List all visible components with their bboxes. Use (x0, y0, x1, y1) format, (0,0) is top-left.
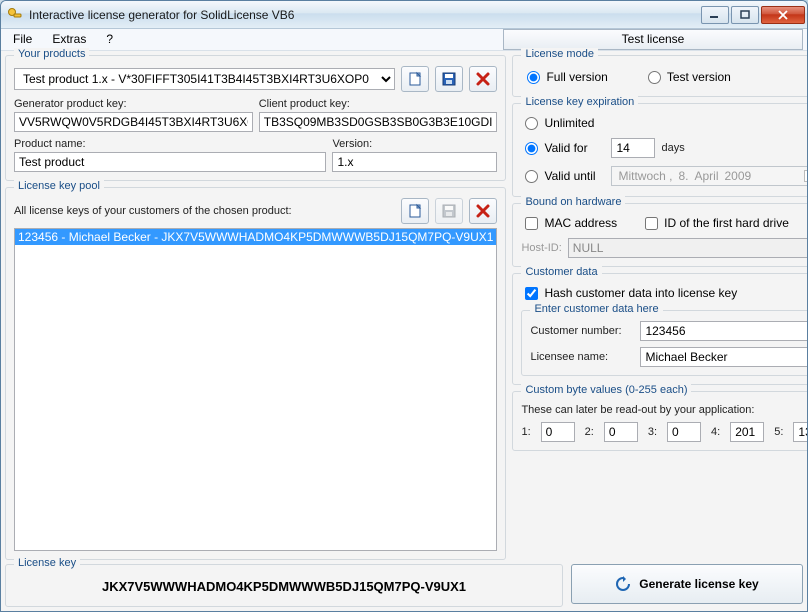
new-key-button[interactable] (401, 198, 429, 224)
menu-extras[interactable]: Extras (42, 29, 96, 50)
custom-bytes-legend: Custom byte values (0-255 each) (521, 384, 691, 396)
licensee-name-input[interactable] (640, 347, 808, 367)
menu-file[interactable]: File (3, 29, 42, 50)
unlimited-radio[interactable]: Unlimited (525, 116, 808, 130)
hardware-legend: Bound on hardware (521, 196, 625, 208)
close-button[interactable] (761, 6, 805, 24)
test-license-button[interactable]: Test license (503, 29, 803, 50)
customer-legend: Customer data (521, 266, 601, 278)
valid-until-radio[interactable]: Valid until (525, 169, 605, 183)
byte1-input[interactable] (541, 422, 575, 442)
byte3-input[interactable] (667, 422, 701, 442)
license-key-pool-group: License key pool All license keys of you… (5, 187, 506, 560)
expiration-group: License key expiration Unlimited Valid f… (512, 103, 808, 197)
license-key-value: JKX7V5WWWHADMO4KP5DMWWWB5DJ15QM7PQ-V9UX1 (14, 575, 554, 598)
byte2-input[interactable] (604, 422, 638, 442)
expiration-legend: License key expiration (521, 96, 638, 108)
customer-number-label: Customer number: (530, 325, 634, 337)
refresh-icon (615, 576, 631, 592)
full-version-radio[interactable]: Full version (527, 70, 607, 84)
save-key-button[interactable] (435, 198, 463, 224)
date-dropdown-icon (804, 170, 808, 182)
client-key-input[interactable] (259, 112, 498, 132)
minimize-button[interactable] (701, 6, 729, 24)
license-key-list[interactable]: 123456 - Michael Becker - JKX7V5WWWHADMO… (14, 228, 497, 551)
byte4-input[interactable] (730, 422, 764, 442)
license-mode-legend: License mode (521, 48, 598, 60)
customer-group: Customer data Hash customer data into li… (512, 273, 808, 385)
maximize-button[interactable] (731, 6, 759, 24)
date-picker: Mittwoch , 8. April 2009 (611, 166, 808, 186)
hostid-input (568, 238, 808, 258)
menu-help[interactable]: ? (96, 29, 123, 50)
custom-bytes-group: Custom byte values (0-255 each) These ca… (512, 391, 808, 451)
version-label: Version: (332, 138, 497, 150)
hostid-label: Host-ID: (521, 242, 561, 254)
licensee-name-label: Licensee name: (530, 351, 634, 363)
delete-product-button[interactable] (469, 66, 497, 92)
your-products-group: Your products Test product 1.x - V*30FIF… (5, 55, 506, 181)
gen-key-label: Generator product key: (14, 98, 253, 110)
gen-key-input[interactable] (14, 112, 253, 132)
mac-checkbox[interactable]: MAC address (525, 216, 617, 230)
your-products-legend: Your products (14, 48, 89, 60)
byte5-input[interactable] (793, 422, 808, 442)
generate-button[interactable]: Generate license key (571, 564, 803, 604)
license-key-group: License key JKX7V5WWWHADMO4KP5DMWWWB5DJ1… (5, 564, 563, 607)
hardware-group: Bound on hardware MAC address ID of the … (512, 203, 808, 267)
customer-number-input[interactable] (640, 321, 808, 341)
valid-for-input[interactable] (611, 138, 655, 158)
enter-customer-legend: Enter customer data here (530, 303, 662, 315)
new-product-button[interactable] (401, 66, 429, 92)
hdd-checkbox[interactable]: ID of the first hard drive (645, 216, 789, 230)
pool-list-label: All license keys of your customers of th… (14, 205, 395, 217)
delete-key-button[interactable] (469, 198, 497, 224)
product-name-input[interactable] (14, 152, 326, 172)
product-select[interactable]: Test product 1.x - V*30FIFFT305I41T3B4I4… (14, 68, 395, 90)
save-product-button[interactable] (435, 66, 463, 92)
product-name-label: Product name: (14, 138, 326, 150)
valid-for-radio[interactable]: Valid for (525, 141, 605, 155)
list-item[interactable]: 123456 - Michael Becker - JKX7V5WWWHADMO… (15, 229, 496, 245)
hash-checkbox[interactable]: Hash customer data into license key (521, 284, 808, 302)
valid-for-unit: days (661, 142, 684, 154)
version-input[interactable] (332, 152, 497, 172)
license-key-legend: License key (14, 557, 80, 569)
app-icon (7, 7, 23, 23)
window-title: Interactive license generator for SolidL… (29, 8, 699, 22)
client-key-label: Client product key: (259, 98, 498, 110)
license-mode-group: License mode Full version Test version (512, 55, 808, 97)
test-version-radio[interactable]: Test version (648, 70, 731, 84)
license-key-pool-legend: License key pool (14, 180, 104, 192)
custom-bytes-hint: These can later be read-out by your appl… (521, 404, 754, 416)
